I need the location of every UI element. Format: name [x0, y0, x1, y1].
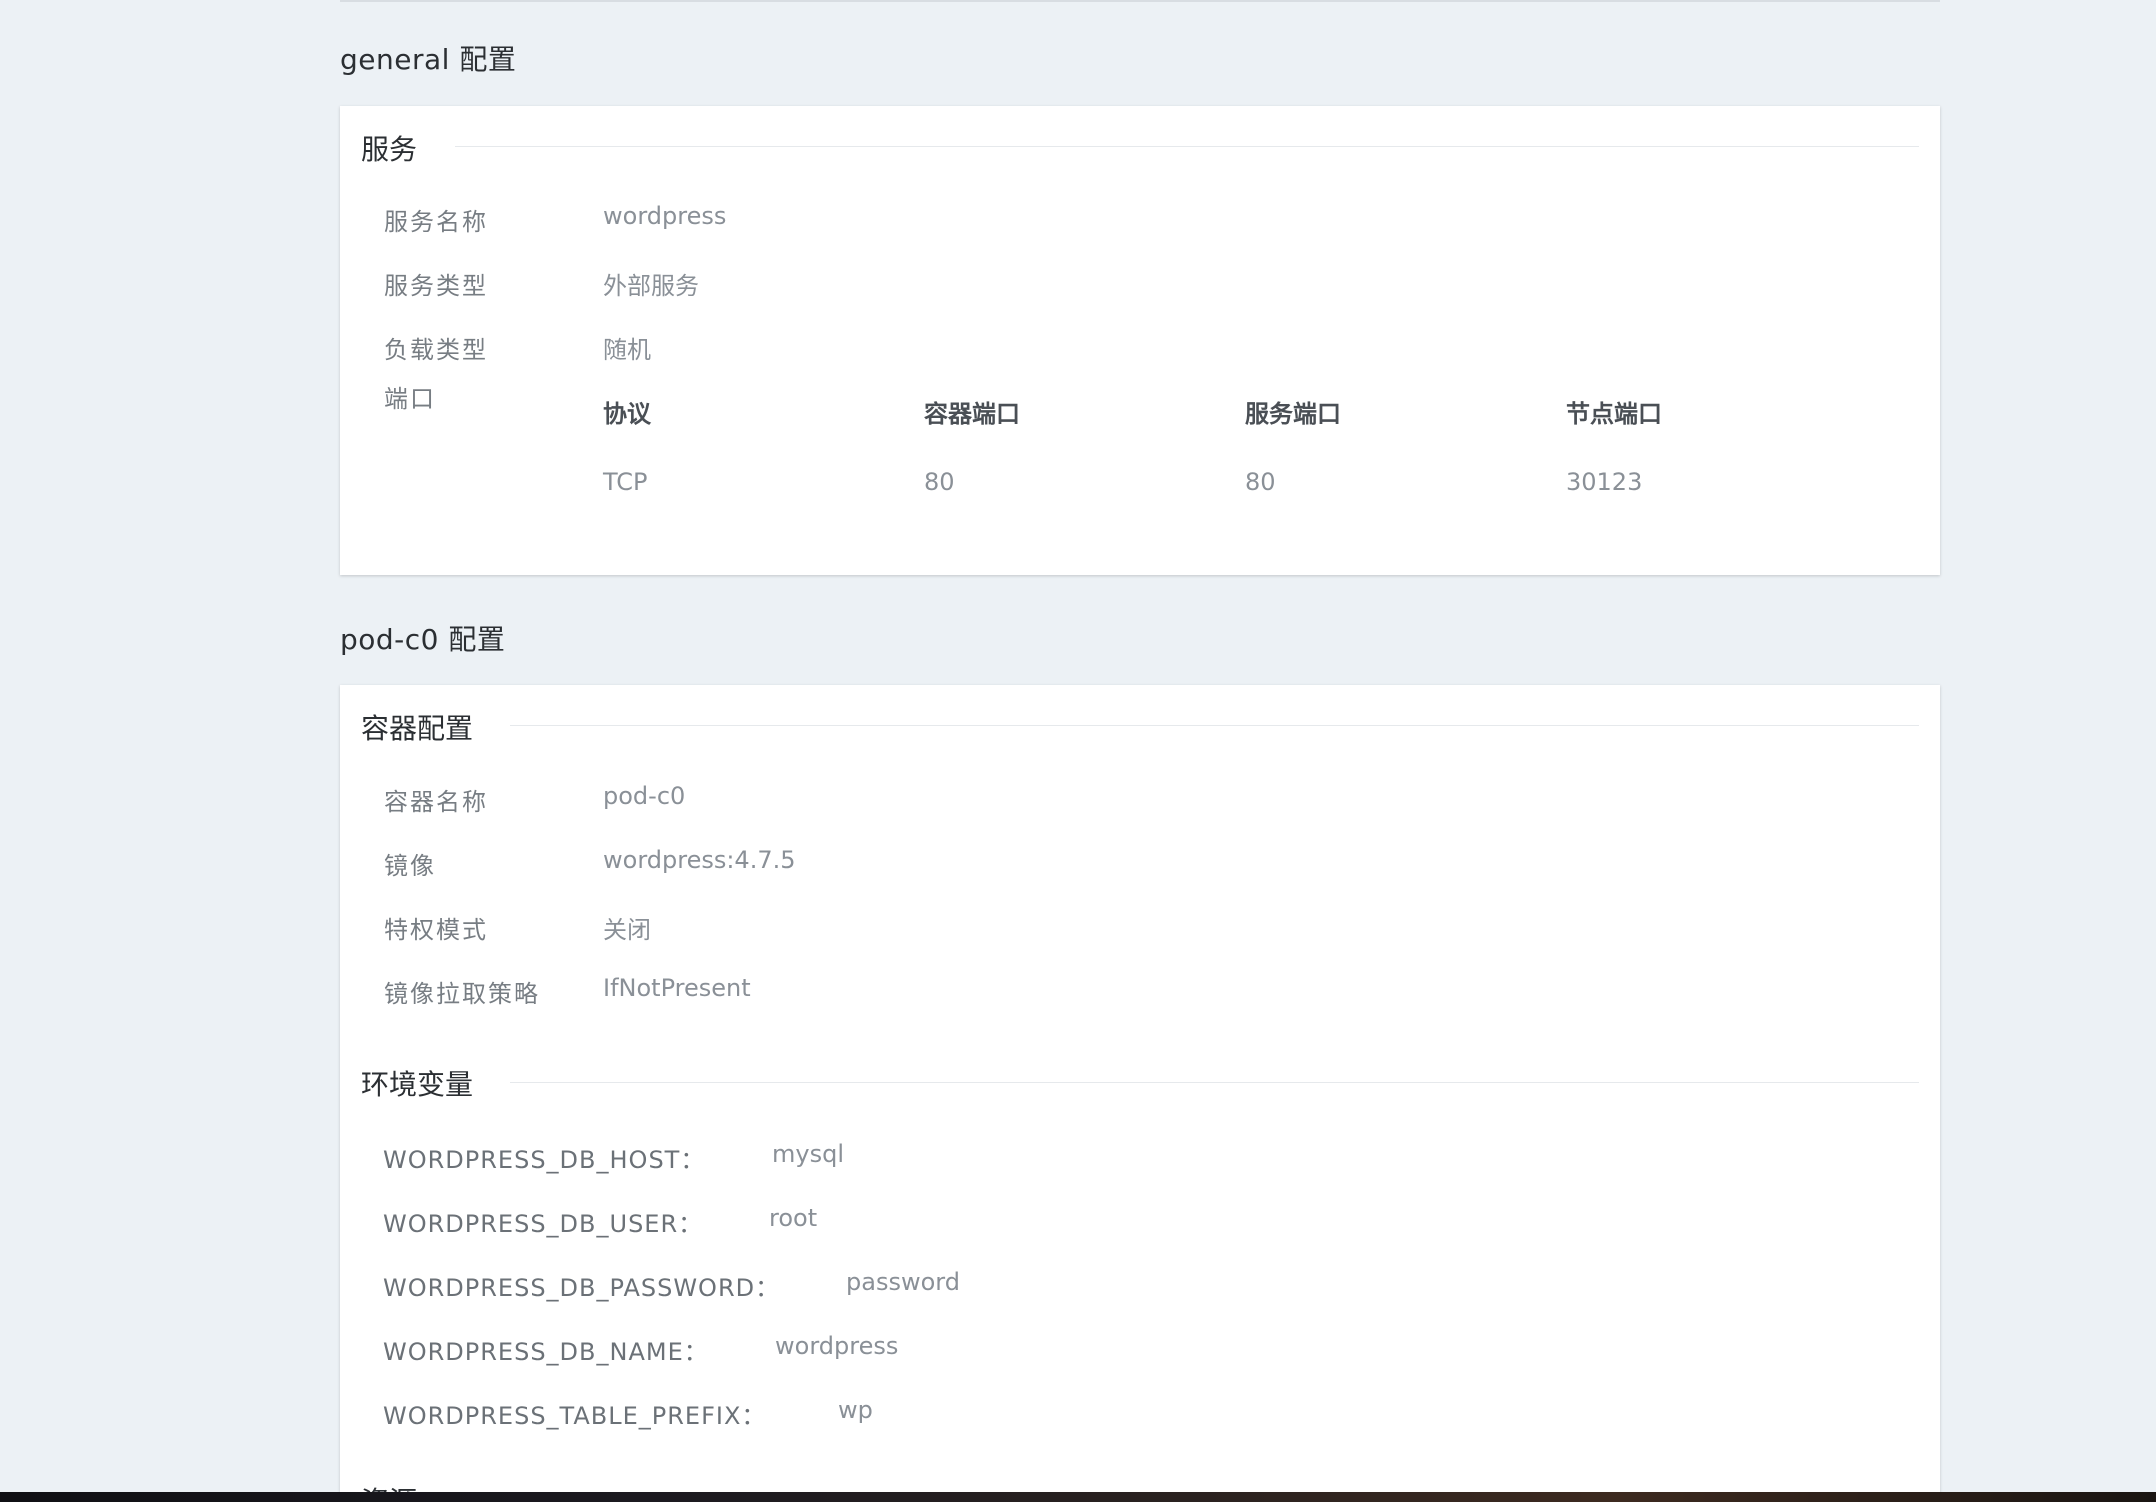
load-type-value: 随机 [603, 336, 651, 364]
env-key: WORDPRESS_DB_USER： [383, 1210, 704, 1238]
image-label: 镜像 [384, 852, 436, 880]
env-key: WORDPRESS_DB_PASSWORD： [383, 1274, 781, 1302]
load-type-label: 负载类型 [384, 336, 488, 364]
image-value: wordpress:4.7.5 [603, 846, 796, 874]
privileged-mode-label: 特权模式 [384, 916, 488, 944]
env-value: wp [838, 1396, 873, 1424]
fieldset-divider [510, 725, 1919, 726]
service-fieldset-title: 服务 [361, 133, 418, 166]
fieldset-divider [510, 1082, 1919, 1083]
pod-config-heading: pod-c0 配置 [340, 623, 506, 656]
container-fieldset-title: 容器配置 [361, 712, 474, 745]
container-port-cell: 80 [924, 468, 955, 496]
env-value: root [769, 1204, 818, 1232]
fieldset-divider [455, 146, 1919, 147]
container-name-label: 容器名称 [384, 788, 488, 816]
general-config-heading: general 配置 [340, 43, 517, 76]
env-value: password [846, 1268, 960, 1296]
env-value: wordpress [775, 1332, 899, 1360]
service-port-cell: 80 [1245, 468, 1276, 496]
ports-label: 端口 [384, 385, 436, 413]
env-value: mysql [772, 1140, 844, 1168]
ports-header-service-port: 服务端口 [1245, 400, 1341, 428]
privileged-mode-value: 关闭 [603, 916, 651, 944]
container-name-value: pod-c0 [603, 782, 686, 810]
ports-header-protocol: 协议 [603, 400, 651, 428]
service-type-value: 外部服务 [603, 272, 699, 300]
pull-policy-label: 镜像拉取策略 [384, 980, 540, 1008]
env-key: WORDPRESS_DB_NAME： [383, 1338, 709, 1366]
previous-card-edge [340, 0, 1940, 2]
ports-header-container-port: 容器端口 [924, 400, 1020, 428]
service-name-label: 服务名称 [384, 208, 488, 236]
service-card: 服务 服务名称 wordpress 服务类型 外部服务 负载类型 随机 端口 协… [340, 106, 1940, 575]
page: general 配置 服务 服务名称 wordpress 服务类型 外部服务 负… [0, 0, 2156, 1502]
port-protocol-cell: TCP [603, 468, 648, 496]
service-type-label: 服务类型 [384, 272, 488, 300]
service-name-value: wordpress [603, 202, 727, 230]
container-card: 容器配置 容器名称 pod-c0 镜像 wordpress:4.7.5 特权模式… [340, 685, 1940, 1502]
node-port-cell: 30123 [1566, 468, 1643, 496]
env-key: WORDPRESS_DB_HOST： [383, 1146, 706, 1174]
ports-header-node-port: 节点端口 [1566, 400, 1662, 428]
desktop-background-strip [0, 1492, 2156, 1502]
pull-policy-value: IfNotPresent [603, 974, 751, 1002]
env-fieldset-title: 环境变量 [361, 1068, 474, 1101]
env-key: WORDPRESS_TABLE_PREFIX： [383, 1402, 767, 1430]
